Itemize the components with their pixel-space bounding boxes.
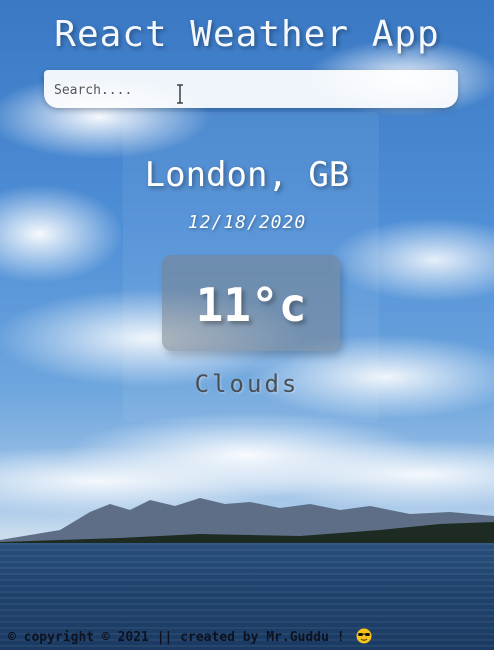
temperature-value: 11°c — [195, 278, 307, 332]
location-label: London, GB — [144, 155, 350, 195]
mountains-background — [0, 498, 494, 550]
text-cursor-icon — [177, 84, 183, 104]
search-input[interactable] — [52, 78, 386, 102]
app-title: React Weather App — [54, 14, 440, 55]
footer: © copyright © 2021 || created by Mr.Gudd… — [8, 628, 488, 645]
weather-condition: Clouds — [194, 370, 300, 398]
search-bar[interactable] — [44, 70, 458, 108]
date-label: 12/18/2020 — [187, 212, 307, 233]
footer-text: © copyright © 2021 || created by Mr.Gudd… — [8, 630, 345, 645]
sunglasses-emoji-icon — [356, 628, 372, 644]
